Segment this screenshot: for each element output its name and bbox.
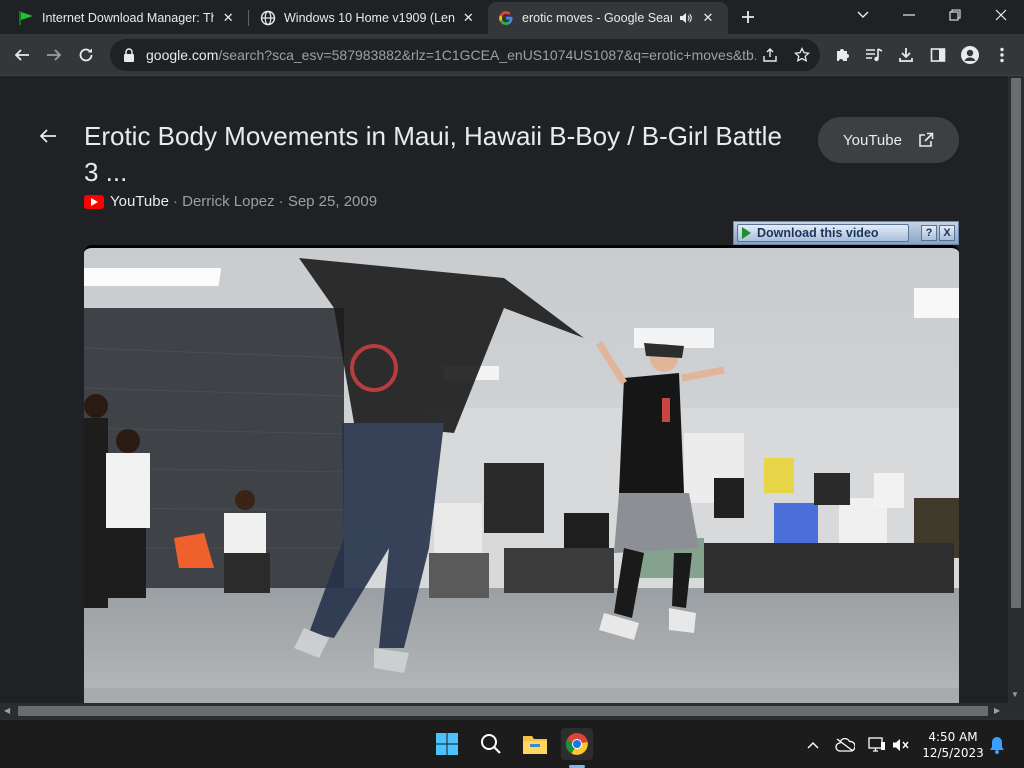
menu-kebab-icon[interactable] (986, 39, 1018, 71)
play-icon (742, 227, 751, 239)
clock-date: 12/5/2023 (922, 746, 984, 760)
video-player[interactable] (84, 245, 959, 703)
speaker-icon[interactable] (678, 10, 694, 26)
scroll-down-arrow-icon[interactable]: ▼ (1011, 690, 1019, 699)
tab-idm[interactable]: Internet Download Manager: Th ✕ (8, 2, 246, 34)
external-link-icon (918, 132, 934, 148)
scrollbar-thumb[interactable] (1011, 78, 1021, 608)
globe-icon (260, 10, 276, 26)
close-tab-icon[interactable]: ✕ (220, 10, 236, 26)
open-on-youtube-button[interactable]: YouTube (818, 117, 959, 163)
clock-time: 4:50 AM (928, 730, 978, 744)
idm-close-button[interactable]: X (939, 225, 955, 241)
restore-icon[interactable] (932, 0, 978, 30)
idm-help-button[interactable]: ? (921, 225, 937, 241)
vertical-scrollbar[interactable]: ▼ (1008, 76, 1024, 703)
tab-separator (248, 10, 249, 26)
side-panel-icon[interactable] (922, 39, 954, 71)
video-preview-panel: Erotic Body Movements in Maui, Hawaii B-… (0, 76, 1008, 703)
back-arrow-icon[interactable] (6, 39, 38, 71)
search-icon[interactable] (475, 728, 507, 760)
close-tab-icon[interactable]: ✕ (700, 10, 716, 26)
new-tab-button[interactable] (736, 5, 760, 29)
close-tab-icon[interactable]: ✕ (461, 10, 476, 26)
address-bar[interactable]: google.com/search?sca_esv=587983882&rlz=… (110, 39, 820, 71)
tab-title: Windows 10 Home v1909 (Leno (284, 11, 455, 25)
video-channel: · Derrick Lopez (172, 193, 275, 210)
scrollbar-corner (1008, 703, 1024, 719)
url-path: /search?sca_esv=587983882&rlz=1C1GCEA_en… (218, 47, 756, 63)
video-frame-image (84, 248, 959, 703)
forward-arrow-icon[interactable] (38, 39, 70, 71)
notification-bell-icon[interactable] (986, 734, 1008, 756)
url-host: google.com (146, 47, 219, 63)
youtube-logo-icon (84, 194, 104, 209)
windows-taskbar: 4:50 AM 12/5/2023 (0, 719, 1024, 768)
tab-google-search[interactable]: erotic moves - Google Search ✕ (488, 2, 728, 34)
media-control-icon[interactable] (858, 39, 890, 71)
show-hidden-icons-chevron-up-icon[interactable] (802, 734, 824, 756)
open-button-label: YouTube (843, 131, 902, 149)
url-text[interactable]: google.com/search?sca_esv=587983882&rlz=… (146, 47, 756, 63)
tab-title: erotic moves - Google Search (522, 11, 672, 25)
browser-toolbar: google.com/search?sca_esv=587983882&rlz=… (0, 34, 1024, 76)
google-g-icon (498, 10, 514, 26)
video-meta: YouTube · Derrick Lopez · Sep 25, 2009 (84, 193, 377, 210)
system-clock[interactable]: 4:50 AM 12/5/2023 (918, 729, 988, 761)
video-source[interactable]: YouTube (110, 193, 169, 210)
tab-title: Internet Download Manager: Th (42, 11, 215, 25)
download-this-video-button[interactable]: Download this video (737, 224, 909, 242)
minimize-icon[interactable] (886, 0, 932, 30)
close-window-icon[interactable] (978, 0, 1024, 30)
idm-download-panel: Download this video ? X (733, 221, 959, 245)
profile-avatar-icon[interactable] (954, 39, 986, 71)
horizontal-scrollbar[interactable]: ◀ ▶ (0, 703, 1008, 719)
file-explorer-icon[interactable] (519, 728, 551, 760)
download-label: Download this video (757, 226, 879, 240)
network-icon[interactable] (866, 734, 888, 756)
onedrive-cloud-icon[interactable] (834, 734, 856, 756)
tab-windows10[interactable]: Windows 10 Home v1909 (Leno ✕ (250, 2, 486, 34)
share-icon[interactable] (758, 43, 782, 67)
downloads-icon[interactable] (890, 39, 922, 71)
scrollbar-thumb[interactable] (18, 706, 988, 716)
tab-search-chevron-down-icon[interactable] (840, 0, 886, 30)
tab-strip: Internet Download Manager: Th ✕ Windows … (0, 0, 1024, 34)
scroll-left-arrow-icon[interactable]: ◀ (4, 706, 10, 715)
lock-icon[interactable] (122, 48, 136, 62)
windows-start-icon[interactable] (431, 728, 463, 760)
chrome-icon[interactable] (561, 728, 593, 760)
speaker-muted-icon[interactable] (890, 734, 912, 756)
video-title[interactable]: Erotic Body Movements in Maui, Hawaii B-… (84, 118, 784, 190)
scroll-right-arrow-icon[interactable]: ▶ (994, 706, 1000, 715)
bookmark-star-icon[interactable] (790, 43, 814, 67)
video-date: · Sep 25, 2009 (278, 193, 378, 210)
extensions-puzzle-icon[interactable] (826, 39, 858, 71)
reload-icon[interactable] (70, 39, 102, 71)
back-arrow-icon[interactable] (36, 124, 60, 148)
idm-flag-icon (18, 10, 34, 26)
